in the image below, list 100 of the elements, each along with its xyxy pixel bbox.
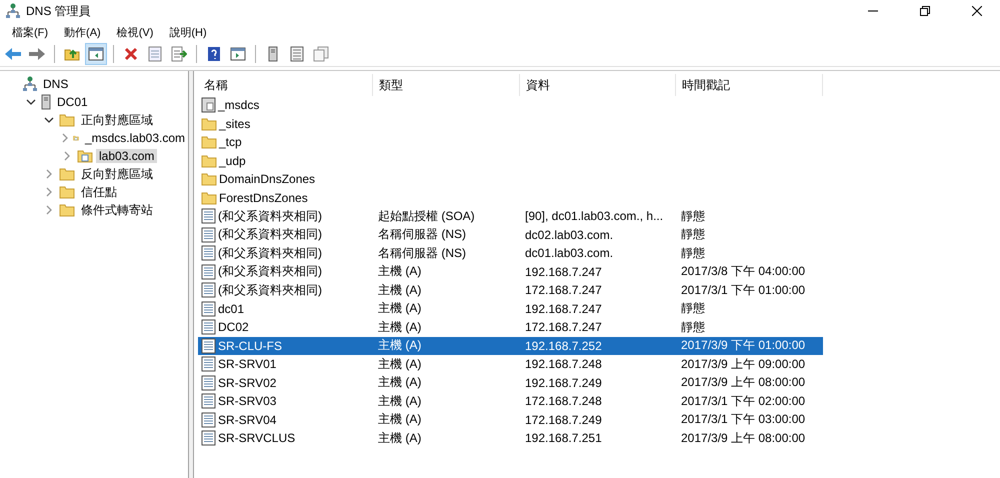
record-row[interactable]: SR-SRV01 主機 (A) 192.168.7.248 2017/3/9 上午 09:00:00 bbox=[198, 355, 823, 374]
record-icon bbox=[201, 300, 216, 317]
help-icon bbox=[207, 46, 221, 62]
column-header[interactable]: 資料 bbox=[520, 74, 676, 96]
type-cell-text: 主機 (A) bbox=[377, 318, 422, 336]
tree-item[interactable]: DNS bbox=[40, 77, 72, 91]
name-cell: SR-SRVCLUS bbox=[218, 431, 296, 446]
export-list-icon bbox=[171, 46, 187, 62]
record-icon bbox=[201, 338, 216, 354]
tree-item[interactable]: 條件式轉寄站 bbox=[78, 202, 156, 218]
timestamp-cell-text: 2017/3/1 下午 02:00:00 bbox=[680, 392, 806, 410]
network-icon bbox=[6, 3, 20, 19]
record-row[interactable]: _udp bbox=[198, 152, 823, 170]
timestamp-cell-text: 2017/3/9 上午 09:00:00 bbox=[680, 356, 806, 373]
record-row[interactable]: ForestDnsZones bbox=[198, 188, 823, 207]
record-row[interactable]: DC02 主機 (A) 172.168.7.247 靜態 bbox=[198, 318, 823, 336]
tree-item[interactable]: 反向對應區域 bbox=[78, 166, 156, 182]
column-header[interactable]: 類型 bbox=[373, 74, 520, 96]
timestamp-cell-text: 靜態 bbox=[680, 226, 706, 244]
record-row[interactable]: DomainDnsZones bbox=[198, 170, 823, 188]
toolbar-button[interactable] bbox=[85, 43, 107, 65]
name-cell: _sites bbox=[219, 116, 250, 131]
record-row[interactable]: _msdcs bbox=[198, 96, 823, 114]
type-cell-text: 名稱伺服器 (NS) bbox=[377, 226, 467, 244]
folder-icon bbox=[59, 185, 75, 199]
action-pane-icon bbox=[230, 47, 246, 61]
record-row[interactable]: (和父系資料夾相同) 主機 (A) 192.168.7.247 2017/3/8 下午 04:00:00 bbox=[198, 262, 823, 281]
column-header[interactable]: 名稱 bbox=[198, 74, 373, 96]
record-row[interactable]: SR-SRV04 主機 (A) 172.168.7.249 2017/3/1 下午 03:00:00 bbox=[198, 410, 823, 429]
record-icon bbox=[201, 393, 216, 410]
data-cell-text: 192.168.7.247 bbox=[524, 264, 603, 279]
timestamp-cell-text: 靜態 bbox=[680, 208, 706, 225]
folder-icon bbox=[201, 135, 217, 150]
menu-item[interactable]: 說明(H) bbox=[161, 24, 215, 40]
list-icon bbox=[290, 46, 304, 62]
tree-item[interactable]: 正向對應區域 bbox=[78, 112, 156, 128]
timestamp-cell-text: 2017/3/8 下午 04:00:00 bbox=[680, 263, 806, 280]
name-cell: (和父系資料夾相同) bbox=[218, 263, 322, 280]
timestamp-cell-text: 靜態 bbox=[680, 244, 706, 262]
record-row[interactable]: dc01 主機 (A) 192.168.7.247 靜態 bbox=[198, 300, 823, 318]
name-cell: (和父系資料夾相同) bbox=[218, 208, 322, 225]
timestamp-cell-text: 2017/3/9 上午 08:00:00 bbox=[680, 430, 806, 447]
name-cell: (和父系資料夾相同) bbox=[218, 226, 322, 244]
record-row[interactable]: (和父系資料夾相同) 主機 (A) 172.168.7.247 2017/3/1 下午 01:00:00 bbox=[198, 281, 823, 300]
close-icon bbox=[972, 6, 982, 16]
window-title: DNS 管理員 bbox=[26, 2, 92, 20]
record-icon bbox=[201, 264, 216, 280]
folder-icon bbox=[201, 116, 217, 131]
folder-icon bbox=[201, 154, 217, 168]
menu-item[interactable]: 動作(A) bbox=[56, 24, 109, 40]
document-icon bbox=[201, 97, 216, 114]
forward-arrow-icon bbox=[28, 47, 46, 61]
type-cell-text: 主機 (A) bbox=[377, 356, 422, 373]
data-cell-text: dc02.lab03.com. bbox=[524, 228, 614, 242]
folder-icon bbox=[59, 203, 75, 217]
type-cell-text: 名稱伺服器 (NS) bbox=[377, 244, 467, 262]
record-icon bbox=[201, 374, 216, 391]
type-cell-text: 主機 (A) bbox=[377, 300, 422, 318]
properties-icon bbox=[148, 46, 162, 62]
name-cell: SR-SRV03 bbox=[218, 394, 276, 408]
tree-item[interactable]: lab03.com bbox=[96, 149, 158, 163]
name-cell: dc01 bbox=[218, 302, 244, 316]
type-cell-text: 起始點授權 (SOA) bbox=[377, 208, 476, 225]
name-cell: SR-CLU-FS bbox=[218, 338, 282, 353]
copy-icon bbox=[313, 46, 329, 62]
name-cell: DC02 bbox=[218, 320, 249, 334]
data-cell-text: 172.168.7.249 bbox=[524, 412, 603, 427]
server-icon bbox=[41, 94, 51, 110]
name-cell: _udp bbox=[219, 154, 246, 168]
menu-item[interactable]: 檔案(F) bbox=[4, 24, 56, 40]
folder-up-icon bbox=[64, 47, 80, 61]
tree-item[interactable]: DC01 bbox=[54, 95, 91, 109]
menu-item[interactable]: 檢視(V) bbox=[108, 24, 162, 40]
record-icon bbox=[201, 412, 216, 428]
record-row[interactable]: (和父系資料夾相同) 名稱伺服器 (NS) dc01.lab03.com. 靜態 bbox=[198, 244, 823, 262]
record-row[interactable]: SR-CLU-FS 主機 (A) 192.168.7.252 2017/3/9 下午 01:00:00 bbox=[198, 336, 823, 355]
console-tree-icon bbox=[88, 47, 104, 61]
tree-item[interactable]: 信任點 bbox=[78, 184, 120, 200]
timestamp-cell-text: 靜態 bbox=[680, 300, 706, 318]
record-row[interactable]: _tcp bbox=[198, 133, 823, 152]
record-row[interactable]: (和父系資料夾相同) 名稱伺服器 (NS) dc02.lab03.com. 靜態 bbox=[198, 226, 823, 244]
timestamp-cell-text: 靜態 bbox=[680, 318, 706, 336]
type-cell-text: 主機 (A) bbox=[377, 263, 422, 280]
record-row[interactable]: SR-SRV03 主機 (A) 172.168.7.248 2017/3/1 下午 02:00:00 bbox=[198, 392, 823, 410]
record-icon bbox=[201, 356, 216, 372]
record-icon bbox=[201, 282, 216, 298]
data-cell-text: 192.168.7.249 bbox=[524, 376, 603, 390]
data-cell-text: 192.168.7.252 bbox=[524, 338, 603, 353]
data-cell-text: dc01.lab03.com. bbox=[524, 246, 614, 260]
record-icon bbox=[201, 208, 216, 224]
folder-icon bbox=[59, 113, 75, 127]
record-row[interactable]: (和父系資料夾相同) 起始點授權 (SOA) [90], dc01.lab03.com., h... 靜態 bbox=[198, 207, 823, 226]
type-cell-text: 主機 (A) bbox=[377, 374, 422, 392]
column-header[interactable]: 時間戳記 bbox=[676, 74, 823, 96]
record-row[interactable]: SR-SRV02 主機 (A) 192.168.7.249 2017/3/9 上午 08:00:00 bbox=[198, 374, 823, 392]
server-icon bbox=[268, 46, 278, 62]
type-cell-text: 主機 (A) bbox=[377, 282, 422, 299]
tree-item[interactable]: _msdcs.lab03.com bbox=[82, 131, 188, 145]
record-row[interactable]: _sites bbox=[198, 114, 823, 133]
record-row[interactable]: SR-SRVCLUS 主機 (A) 192.168.7.251 2017/3/9 上午 08:00:00 bbox=[198, 429, 823, 448]
